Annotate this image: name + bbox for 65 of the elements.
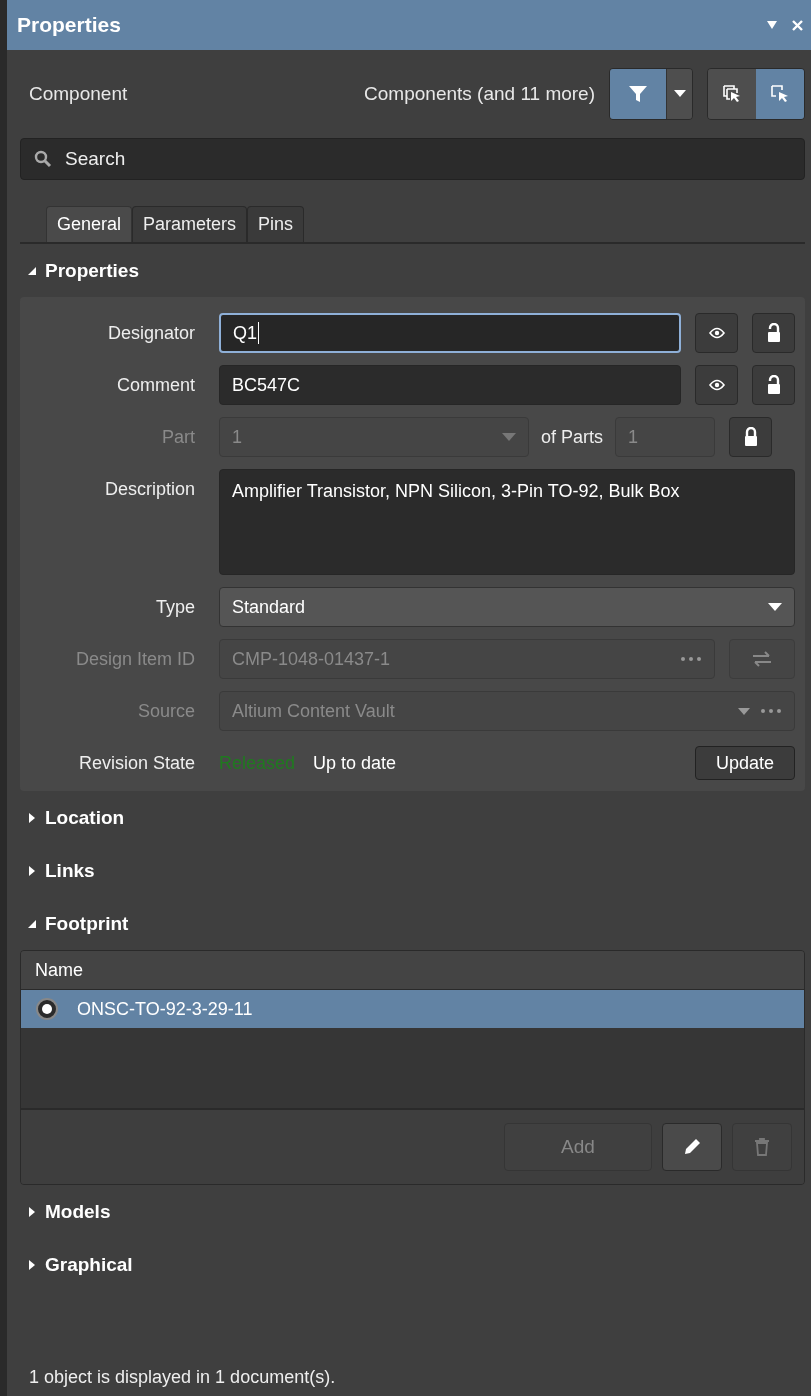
field-label: of Parts — [541, 426, 604, 448]
funnel-icon — [627, 83, 649, 105]
tab[interactable]: General — [46, 206, 133, 242]
unlocked-padlock-icon — [766, 323, 781, 343]
select-inside-button[interactable] — [708, 69, 756, 119]
type-dropdown[interactable]: Standard — [219, 587, 795, 627]
caret-icon — [502, 433, 516, 441]
lock-toggle[interactable] — [752, 365, 795, 405]
field-label: Design Item ID — [74, 648, 196, 670]
close-icon[interactable] — [792, 19, 803, 31]
section-header[interactable]: Models — [7, 1185, 811, 1238]
section-header[interactable]: Location — [7, 791, 811, 844]
eye-icon — [708, 327, 725, 339]
collapsed-triangle-icon — [27, 865, 37, 876]
field-label: Type — [154, 596, 196, 618]
field-label: Source — [136, 700, 196, 722]
visibility-toggle[interactable] — [695, 313, 738, 353]
caret-icon — [738, 707, 750, 715]
column-header: Name — [35, 959, 83, 981]
filter-button[interactable] — [610, 69, 666, 119]
footprint-row[interactable]: ONSC-TO-92-3-29-11 — [21, 990, 804, 1028]
filter-scope-label: Components (and 11 more) — [364, 83, 595, 105]
edit-button[interactable] — [662, 1123, 722, 1171]
object-type-label: Component — [29, 83, 129, 105]
filter-dropdown-button[interactable] — [666, 69, 692, 119]
swap-arrows-icon — [751, 651, 773, 667]
select-touching-button[interactable] — [756, 69, 804, 119]
trash-icon — [754, 1137, 770, 1157]
eye-icon — [708, 379, 725, 391]
collapsed-triangle-icon — [27, 1206, 37, 1217]
tab[interactable]: Pins — [247, 206, 305, 242]
text-field[interactable]: BC547C — [219, 365, 681, 405]
field-label: Part — [161, 426, 196, 448]
lock-toggle[interactable] — [752, 313, 795, 353]
pencil-icon — [682, 1137, 702, 1157]
section-header[interactable]: Graphical — [7, 1238, 811, 1291]
section-header[interactable]: Properties — [7, 244, 811, 297]
locked-padlock-icon — [743, 427, 758, 447]
update-button[interactable]: Update — [694, 746, 795, 780]
text-field[interactable]: Q1 — [219, 313, 681, 353]
caret-icon — [768, 603, 782, 611]
window-title: Properties — [17, 13, 122, 37]
description-field[interactable]: Amplifier Transistor, NPN Silicon, 3-Pin TO-92, Bulk Box — [219, 469, 795, 575]
search-field[interactable]: Search — [20, 138, 805, 180]
caret-icon — [673, 90, 686, 98]
unlocked-padlock-icon — [766, 375, 781, 395]
expanded-triangle-icon — [27, 265, 37, 276]
swap-button[interactable] — [729, 639, 795, 679]
collapsed-triangle-icon — [27, 812, 37, 823]
section-header[interactable]: Links — [7, 844, 811, 897]
field-label: Description — [103, 478, 196, 500]
parts-count-field: 1 — [615, 417, 716, 457]
field-label: Revision State — [77, 752, 196, 774]
expanded-triangle-icon — [27, 918, 37, 929]
radio-button[interactable] — [35, 997, 59, 1021]
field-label: Designator — [106, 322, 196, 344]
collapsed-triangle-icon — [27, 1259, 37, 1270]
revision-status: Up to date — [313, 752, 398, 774]
field-label: Comment — [115, 374, 196, 396]
visibility-toggle[interactable] — [695, 365, 738, 405]
dropdown-icon[interactable] — [766, 20, 778, 30]
tab[interactable]: Parameters — [132, 206, 248, 242]
section-header[interactable]: Footprint — [7, 897, 811, 950]
status-text: 1 object is displayed in 1 document(s). — [28, 1367, 337, 1389]
search-icon — [34, 150, 52, 168]
